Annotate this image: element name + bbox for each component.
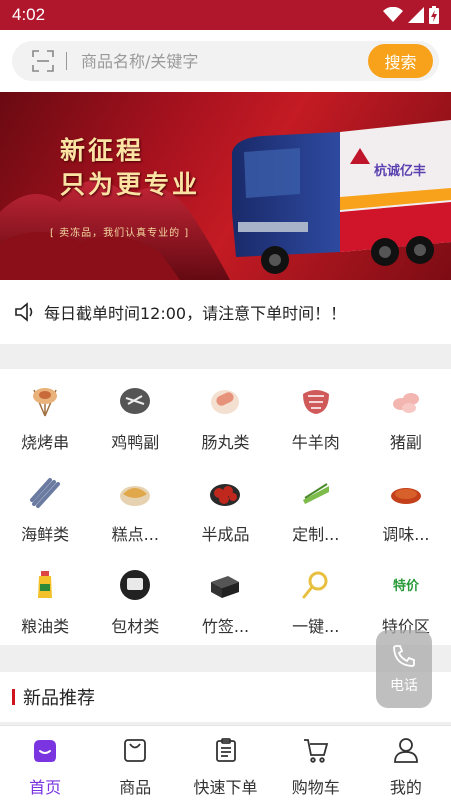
banner-tagline: [ 卖冻品，我们认真专业的 ] [50, 228, 190, 239]
tab-shopping-bag[interactable]: 商品 [90, 726, 180, 802]
banner-headline: 新征程 只为更专业 [60, 134, 200, 202]
tab-label: 我的 [389, 778, 422, 797]
call-button[interactable]: 电话 [376, 630, 432, 708]
tab-home[interactable]: 首页 [0, 726, 90, 802]
magnifier-icon [296, 565, 336, 605]
category-label: 牛羊肉 [291, 433, 340, 452]
tab-label: 商品 [119, 778, 152, 797]
category-item[interactable]: 竹签... [180, 553, 270, 645]
new-products-title: 新品推荐 [23, 688, 95, 709]
bamboo-stick-icon [205, 565, 245, 605]
pork-icon [386, 381, 426, 421]
tab-label: 购物车 [291, 778, 340, 797]
category-label: 鸡鸭副 [111, 433, 160, 452]
cart-icon [302, 736, 330, 768]
tab-cart[interactable]: 购物车 [271, 726, 361, 802]
tab-clipboard[interactable]: 快速下单 [180, 726, 270, 802]
call-label: 电话 [390, 678, 418, 694]
category-label: 海鲜类 [21, 525, 70, 544]
semi-finished-icon [205, 473, 245, 513]
category-item[interactable]: 烧烤串 [0, 369, 90, 461]
category-grid: 烧烤串 鸡鸭副 肠丸类 牛羊肉 猪副海鲜类 糕点... 半成品 定制... 调味... 粮油类 包材… [0, 369, 451, 645]
category-item[interactable]: 猪副 [361, 369, 451, 461]
skewers-icon [25, 381, 65, 421]
category-label: 肠丸类 [201, 433, 250, 452]
category-label: 包材类 [111, 617, 160, 636]
bottom-tab-bar: 首页 商品 快速下单 购物车 我的 [0, 725, 451, 802]
notice-text: 每日截单时间12:00，请注意下单时间！！ [44, 304, 347, 323]
battery-icon [429, 6, 439, 24]
oil-icon [25, 565, 65, 605]
category-item[interactable]: 调味... [361, 461, 451, 553]
home-icon [31, 736, 59, 768]
tab-user[interactable]: 我的 [361, 726, 451, 802]
seasoning-icon [386, 473, 426, 513]
wifi-icon [383, 7, 403, 22]
status-icons [383, 6, 439, 24]
pastry-icon [115, 473, 155, 513]
category-item[interactable]: 粮油类 [0, 553, 90, 645]
category-item[interactable]: 糕点... [90, 461, 180, 553]
category-label: 糕点... [111, 525, 159, 544]
banner-headline-line2: 只为更专业 [60, 170, 201, 199]
seafood-icon [25, 473, 65, 513]
signal-icon [408, 7, 424, 23]
status-bar: 4:02 [0, 0, 451, 30]
category-label: 竹签... [201, 617, 250, 636]
banner-headline-line1: 新征程 [60, 136, 145, 165]
category-item[interactable]: 鸡鸭副 [90, 369, 180, 461]
status-time: 4:02 [12, 5, 46, 24]
speaker-icon [15, 302, 33, 322]
category-label: 定制... [292, 525, 340, 544]
beef-icon [296, 381, 336, 421]
search-input[interactable] [81, 51, 331, 71]
category-label: 调味... [382, 525, 430, 544]
packaging-icon [115, 565, 155, 605]
category-item[interactable]: 定制... [271, 461, 361, 553]
clipboard-icon [212, 736, 240, 768]
category-item[interactable]: 肠丸类 [180, 369, 270, 461]
category-label: 一键... [292, 617, 340, 636]
category-label: 半成品 [201, 525, 250, 544]
category-item[interactable]: 半成品 [180, 461, 270, 553]
shopping-bag-icon [121, 736, 149, 768]
category-label: 猪副 [389, 433, 422, 452]
banner-truck-brand: 杭诚亿丰 [374, 164, 427, 179]
category-item[interactable]: 包材类 [90, 553, 180, 645]
search-divider [66, 52, 67, 70]
custom-icon [296, 473, 336, 513]
search-bar: 搜索 [0, 30, 451, 92]
category-item[interactable]: 牛羊肉 [271, 369, 361, 461]
category-label: 烧烤串 [21, 433, 70, 452]
promo-banner[interactable]: 新征程 只为更专业 [ 卖冻品，我们认真专业的 ] 杭诚亿丰 [0, 92, 451, 280]
tab-label: 首页 [29, 778, 62, 797]
scan-icon[interactable] [30, 48, 56, 74]
poultry-icon [115, 381, 155, 421]
user-icon [392, 736, 420, 768]
notice-bar[interactable]: 每日截单时间12:00，请注意下单时间！！ [0, 280, 451, 344]
section-marker [12, 689, 15, 705]
special-offer-icon: 特价 [386, 565, 426, 605]
search-button[interactable]: 搜索 [368, 44, 433, 78]
sausage-icon [205, 381, 245, 421]
svg-text:特价: 特价 [393, 578, 420, 594]
category-item[interactable]: 一键... [271, 553, 361, 645]
category-item[interactable]: 海鲜类 [0, 461, 90, 553]
phone-icon [393, 645, 415, 667]
tab-label: 快速下单 [193, 778, 258, 797]
category-label: 粮油类 [21, 617, 70, 636]
search-box: 搜索 [12, 41, 439, 81]
